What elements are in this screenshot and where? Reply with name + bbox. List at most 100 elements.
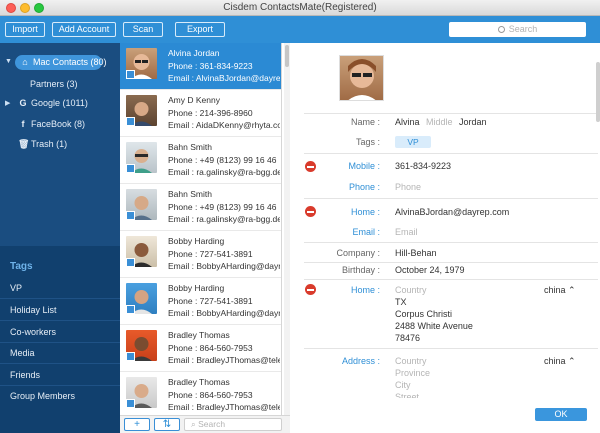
address2-country-select[interactable]: china ⌃ bbox=[544, 356, 576, 367]
home-icon: ⌂ bbox=[22, 57, 28, 67]
address-label[interactable]: Address : bbox=[290, 356, 380, 366]
contact-phone: Phone : +49 (8123) 99 16 46 bbox=[168, 155, 277, 165]
contact-phone: Phone : 864-560-7953 bbox=[168, 390, 253, 400]
scan-button[interactable]: Scan bbox=[123, 22, 163, 37]
contact-email: Email : BobbyAHarding@dayrep.com bbox=[168, 261, 280, 271]
divider bbox=[304, 198, 598, 199]
address2-street-field[interactable]: Street bbox=[395, 392, 419, 398]
import-button[interactable]: Import bbox=[5, 22, 45, 37]
contact-row[interactable]: Bahn Smith Phone : +49 (8123) 99 16 46 E… bbox=[120, 137, 281, 184]
contact-list-footer: + ⇅ ⌕ Search bbox=[120, 415, 290, 433]
address-state-field[interactable]: TX bbox=[395, 297, 407, 307]
chevron-updown-icon: ⌃ bbox=[568, 285, 576, 295]
last-name-field[interactable]: Jordan bbox=[459, 117, 487, 127]
tag-item-holiday-list[interactable]: Holiday List bbox=[10, 305, 57, 315]
mobile-field[interactable]: 361-834-9223 bbox=[395, 161, 451, 171]
source-partners[interactable]: Partners (3) bbox=[30, 77, 78, 92]
tag-item-vp[interactable]: VP bbox=[10, 283, 22, 293]
toolbar: Import Add Account Scan Export Search bbox=[0, 16, 600, 43]
contact-phone: Phone : 864-560-7953 bbox=[168, 343, 253, 353]
contact-source-badge-icon bbox=[126, 164, 135, 173]
address2-country-value: china bbox=[544, 356, 566, 366]
contact-detail-panel: Name : Alvina Middle Jordan Tags : VP Mo… bbox=[290, 43, 600, 433]
contact-row[interactable]: Alvina Jordan Phone : 361-834-9223 Email… bbox=[120, 43, 281, 90]
mobile-label[interactable]: Mobile : bbox=[290, 161, 380, 171]
contact-email: Email : ra.galinsky@ra-bgg.de bbox=[168, 214, 280, 224]
contact-row[interactable]: Bobby Harding Phone : 727-541-3891 Email… bbox=[120, 278, 281, 325]
contact-row[interactable]: Amy D Kenny Phone : 214-396-8960 Email :… bbox=[120, 90, 281, 137]
address-country-field[interactable]: Country bbox=[395, 285, 427, 295]
address-country-select[interactable]: china ⌃ bbox=[544, 285, 576, 296]
collapse-triangle-icon[interactable]: ▶ bbox=[5, 99, 10, 107]
address2-country-field[interactable]: Country bbox=[395, 356, 427, 366]
company-field[interactable]: Hill-Behan bbox=[395, 248, 437, 258]
source-facebook[interactable]: f FaceBook (8) bbox=[18, 117, 86, 132]
toolbar-search-input[interactable]: Search bbox=[449, 22, 586, 37]
tag-item-media[interactable]: Media bbox=[10, 348, 35, 358]
contact-photo[interactable] bbox=[339, 55, 384, 101]
phone-field[interactable]: Phone bbox=[395, 182, 421, 192]
ok-button[interactable]: OK bbox=[535, 408, 587, 421]
contact-source-badge-icon bbox=[126, 70, 135, 79]
contact-source-badge-icon bbox=[126, 211, 135, 220]
source-trash[interactable]: 🗑 Trash (1) bbox=[18, 137, 67, 152]
contact-list-scroll-thumb[interactable] bbox=[285, 45, 289, 67]
sort-contacts-button[interactable]: ⇅ bbox=[154, 418, 180, 431]
home-email-field[interactable]: AlvinaBJordan@dayrep.com bbox=[395, 207, 509, 217]
contact-search-placeholder: Search bbox=[198, 419, 226, 429]
source-mac-contacts[interactable]: ⌂ Mac Contacts (80) bbox=[15, 55, 107, 70]
address-street-field[interactable]: 2488 White Avenue bbox=[395, 321, 473, 331]
contact-list: Alvina Jordan Phone : 361-834-9223 Email… bbox=[120, 43, 282, 415]
tag-item-co-workers[interactable]: Co-workers bbox=[10, 327, 56, 337]
detail-scroll-thumb[interactable] bbox=[596, 62, 600, 122]
add-contact-button[interactable]: + bbox=[124, 418, 150, 431]
contact-phone: Phone : 361-834-9223 bbox=[168, 61, 253, 71]
address-zip-field[interactable]: 78476 bbox=[395, 333, 420, 343]
contact-email: Email : AidaDKenny@rhyta.com bbox=[168, 120, 280, 130]
divider bbox=[0, 298, 120, 299]
tag-item-group-members[interactable]: Group Members bbox=[10, 391, 75, 401]
first-name-field[interactable]: Alvina bbox=[395, 117, 420, 127]
address2-province-field[interactable]: Province bbox=[395, 368, 430, 378]
facebook-icon: f bbox=[21, 119, 25, 129]
contact-email: Email : BradleyJThomas@teleworm.us bbox=[168, 402, 280, 412]
address-city-field[interactable]: Corpus Christi bbox=[395, 309, 452, 319]
contact-row[interactable]: Bradley Thomas Phone : 864-560-7953 Emai… bbox=[120, 325, 281, 372]
tag-chip-vp[interactable]: VP bbox=[395, 136, 431, 148]
title-bar: Cisdem ContactsMate(Registered) bbox=[0, 0, 600, 16]
contact-row[interactable]: Bradley Thomas Phone : 864-560-7953 Emai… bbox=[120, 372, 281, 415]
divider bbox=[0, 385, 120, 386]
source-mac-label: Mac Contacts (80) bbox=[33, 57, 107, 67]
contact-phone: Phone : 727-541-3891 bbox=[168, 249, 253, 259]
birthday-field[interactable]: October 24, 1979 bbox=[395, 265, 465, 275]
company-label: Company : bbox=[336, 248, 380, 258]
contact-row[interactable]: Bobby Harding Phone : 727-541-3891 Email… bbox=[120, 231, 281, 278]
tags-heading: Tags bbox=[10, 261, 33, 272]
contact-name: Bahn Smith bbox=[168, 142, 212, 152]
source-facebook-label: FaceBook (8) bbox=[31, 119, 86, 129]
source-google[interactable]: G Google (1011) bbox=[18, 96, 87, 111]
contact-name: Amy D Kenny bbox=[168, 95, 220, 105]
add-account-button[interactable]: Add Account bbox=[52, 22, 116, 37]
account-sources: ▼ ⌂ Mac Contacts (80) Partners (3) ▶ G Goo… bbox=[0, 43, 120, 246]
divider bbox=[304, 113, 598, 114]
export-button[interactable]: Export bbox=[175, 22, 225, 37]
contact-phone: Phone : +49 (8123) 99 16 46 bbox=[168, 202, 277, 212]
google-icon: G bbox=[19, 98, 27, 108]
contact-search-input[interactable]: ⌕ Search bbox=[184, 418, 282, 431]
chevron-updown-icon: ⌃ bbox=[568, 356, 576, 366]
address2-city-field[interactable]: City bbox=[395, 380, 411, 390]
email-label[interactable]: Email : bbox=[290, 227, 380, 237]
email-field[interactable]: Email bbox=[395, 227, 418, 237]
contact-row[interactable]: Bahn Smith Phone : +49 (8123) 99 16 46 E… bbox=[120, 184, 281, 231]
contact-name: Bradley Thomas bbox=[168, 330, 230, 340]
phone-label[interactable]: Phone : bbox=[290, 182, 380, 192]
expand-triangle-icon[interactable]: ▼ bbox=[5, 58, 12, 65]
middle-name-field[interactable]: Middle bbox=[426, 117, 453, 127]
contact-name: Bahn Smith bbox=[168, 189, 212, 199]
tag-item-friends[interactable]: Friends bbox=[10, 370, 40, 380]
contact-name: Alvina Jordan bbox=[168, 48, 220, 58]
contact-name: Bobby Harding bbox=[168, 283, 225, 293]
home-address-label[interactable]: Home : bbox=[290, 285, 380, 295]
home-email-label[interactable]: Home : bbox=[290, 207, 380, 217]
